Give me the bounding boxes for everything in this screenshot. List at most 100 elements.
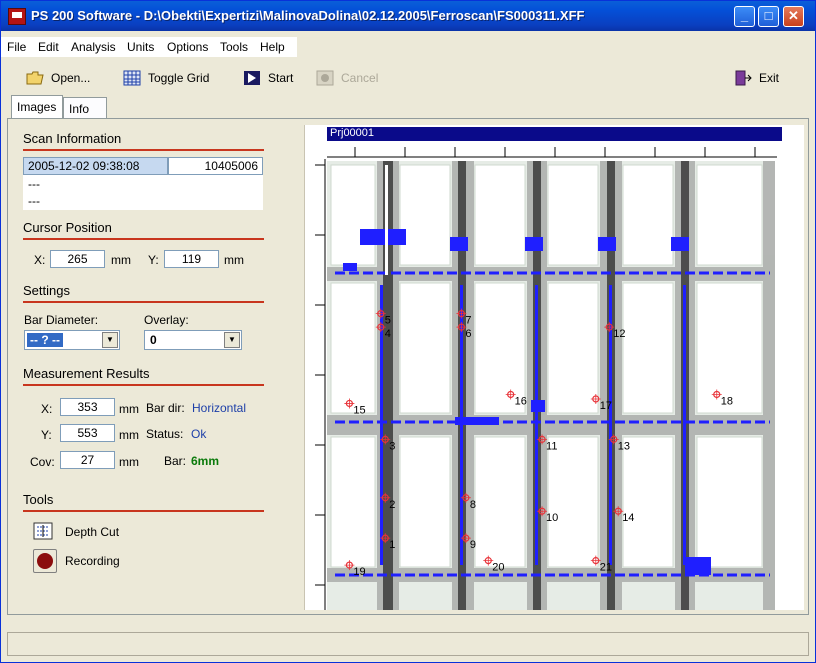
play-icon [244, 71, 260, 85]
menu-help[interactable]: Help [260, 40, 285, 54]
marker-label: 19 [353, 566, 365, 578]
tab-images[interactable]: Images [11, 95, 63, 119]
marker-label: 10 [546, 512, 558, 524]
depth-cut-icon[interactable] [33, 522, 53, 540]
stop-icon [316, 70, 334, 86]
title-bar[interactable]: PS 200 Software - D:\Obekti\Expertizi\Ma… [1, 1, 815, 31]
divider [23, 149, 264, 151]
result-x-unit: mm [119, 402, 139, 416]
menu-edit[interactable]: Edit [38, 40, 59, 54]
bar-diameter-select[interactable]: -- ? -- ▼ [24, 330, 120, 350]
cancel-label: Cancel [341, 71, 379, 85]
marker-label: 5 [385, 315, 391, 327]
chevron-down-icon[interactable]: ▼ [224, 332, 240, 348]
status-bar [7, 632, 809, 656]
tab-info[interactable]: Info [63, 97, 107, 119]
start-button[interactable]: Start [243, 68, 293, 88]
marker-label: 17 [600, 400, 612, 412]
cov-field: 27 [60, 451, 115, 469]
bar-diameter-label: Bar Diameter: [24, 313, 99, 327]
settings-title: Settings [23, 283, 70, 298]
marker-label: 8 [470, 499, 476, 511]
marker-label: 16 [515, 395, 527, 407]
record-icon [37, 553, 53, 569]
menu-tools[interactable]: Tools [220, 40, 248, 54]
marker-label: 6 [465, 328, 471, 340]
app-window: PS 200 Software - D:\Obekti\Expertizi\Ma… [0, 0, 816, 663]
result-y-unit: mm [119, 428, 139, 442]
depth-cut-label[interactable]: Depth Cut [65, 525, 119, 539]
cancel-button[interactable]: Cancel [316, 68, 378, 88]
exit-label: Exit [759, 71, 780, 85]
bar-diameter-value: -- ? -- [27, 333, 63, 347]
exit-door-icon [735, 70, 752, 86]
recording-label: Recording [65, 554, 120, 568]
window-title: PS 200 Software - D:\Obekti\Expertizi\Ma… [31, 8, 585, 23]
menu-units[interactable]: Units [127, 40, 154, 54]
marker-label: 15 [353, 404, 365, 416]
menu-file[interactable]: File [7, 40, 26, 54]
record-button[interactable] [33, 549, 57, 573]
overlay-select[interactable]: 0 ▼ [144, 330, 242, 350]
menu-options[interactable]: Options [167, 40, 208, 54]
maximize-button[interactable]: □ [758, 6, 779, 27]
cov-unit: mm [119, 455, 139, 469]
divider [23, 510, 264, 512]
marker-label: 13 [618, 440, 630, 452]
status-label: Status: [146, 427, 184, 441]
close-button[interactable]: ✕ [783, 6, 804, 27]
scan-image-area[interactable]: Prj00001 1 2 3 4 5 6 7 8 9 10 11 12 13 1… [304, 125, 804, 610]
left-panel: Scan Information 2005-12-02 09:38:08 104… [8, 119, 303, 614]
result-x-field: 353 [60, 398, 115, 416]
marker-label: 2 [389, 499, 395, 511]
scan-image[interactable]: 12345678910111213141516 17 1819 20 21 [305, 125, 805, 610]
marker-label: 18 [721, 395, 733, 407]
scan-info-line3: --- [23, 192, 263, 210]
marker-label: 9 [470, 539, 476, 551]
cursor-position-title: Cursor Position [23, 220, 112, 235]
cursor-x-unit: mm [111, 253, 131, 267]
overlay-label: Overlay: [144, 313, 189, 327]
grid-icon [123, 70, 141, 86]
cursor-y-unit: mm [224, 253, 244, 267]
marker-label: 3 [389, 440, 395, 452]
tools-title: Tools [23, 492, 54, 507]
images-panel: Scan Information 2005-12-02 09:38:08 104… [7, 118, 809, 615]
start-label: Start [268, 71, 294, 85]
chevron-down-icon[interactable]: ▼ [102, 332, 118, 348]
cursor-x-label: X: [34, 253, 46, 267]
menu-analysis[interactable]: Analysis [71, 40, 116, 54]
menu-bar: File Edit Analysis Units Options Tools H… [1, 37, 297, 57]
marker-label: 21 [600, 562, 612, 574]
measurement-results-title: Measurement Results [23, 366, 150, 381]
marker-label: 11 [546, 440, 557, 452]
marker-label: 1 [389, 539, 395, 551]
cov-label: Cov: [30, 455, 55, 469]
exit-button[interactable]: Exit [734, 68, 779, 88]
divider [23, 384, 264, 386]
folder-icon [26, 71, 44, 85]
divider [23, 301, 264, 303]
divider [23, 238, 264, 240]
marker-label: 12 [613, 328, 625, 340]
toggle-grid-button[interactable]: Toggle Grid [123, 68, 209, 88]
cursor-y-label: Y: [148, 253, 159, 267]
scan-datetime: 2005-12-02 09:38:08 [23, 157, 168, 175]
bar-dir-label: Bar dir: [146, 401, 185, 415]
result-y-label: Y: [41, 428, 52, 442]
scan-id: 10405006 [168, 157, 263, 175]
toggle-grid-label: Toggle Grid [148, 71, 210, 85]
scan-info-line2: --- [23, 175, 263, 193]
bar-label: Bar: [164, 454, 187, 468]
overlay-value: 0 [150, 333, 157, 347]
result-x-label: X: [41, 402, 53, 416]
marker-label: 4 [385, 328, 391, 340]
rebar-scan-image [315, 142, 777, 610]
open-button[interactable]: Open... [26, 68, 90, 88]
cursor-x-field: 265 [50, 250, 105, 268]
app-icon [8, 8, 26, 25]
minimize-button[interactable]: _ [734, 6, 755, 27]
cursor-y-field: 119 [164, 250, 219, 268]
result-y-field: 553 [60, 424, 115, 442]
status-value: Ok [191, 427, 207, 441]
